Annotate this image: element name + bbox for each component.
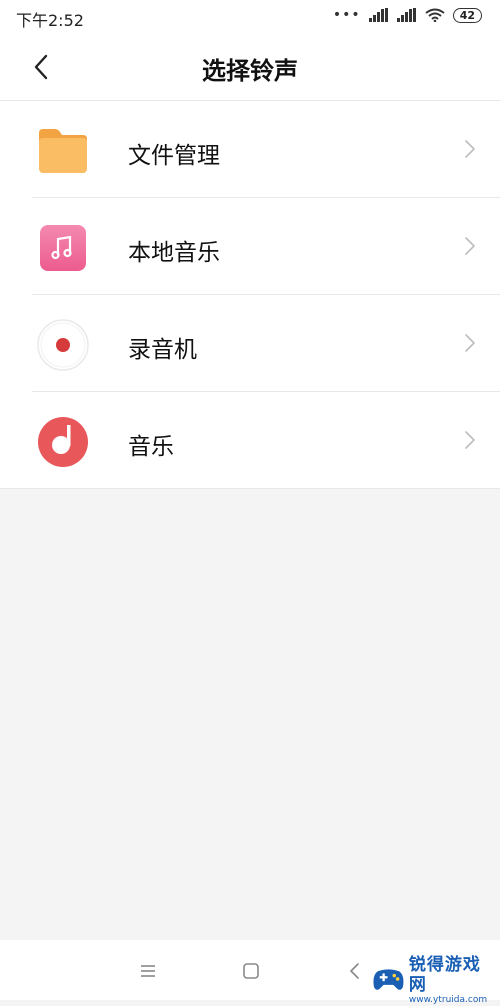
- battery-indicator: 42: [452, 7, 482, 23]
- gamepad-logo-icon: [373, 969, 404, 990]
- signal-icon-2: [396, 8, 417, 22]
- wifi-icon: [425, 8, 445, 22]
- music-note-icon: [36, 221, 90, 275]
- back-icon[interactable]: [344, 960, 366, 982]
- page-title: 选择铃声: [202, 57, 298, 85]
- home-icon[interactable]: [240, 960, 262, 982]
- list-item-recorder[interactable]: 录音机: [0, 295, 500, 392]
- divider: [0, 488, 500, 489]
- status-time: 下午2:52: [16, 11, 84, 30]
- chevron-right-icon: [465, 431, 475, 449]
- menu-icon[interactable]: [137, 960, 159, 982]
- folder-icon: [36, 124, 90, 178]
- notification-dots-icon: •••: [332, 7, 361, 23]
- list-item-local-music[interactable]: 本地音乐: [0, 198, 500, 295]
- chevron-right-icon: [465, 334, 475, 352]
- signal-icon: [368, 8, 389, 22]
- list-item-music[interactable]: 音乐: [0, 392, 500, 489]
- chevron-right-icon: [465, 237, 475, 255]
- ringtone-source-list: 文件管理 本地音乐 录音机 音乐: [0, 101, 500, 489]
- status-icons: ••• 42: [333, 7, 482, 23]
- chevron-right-icon: [465, 140, 475, 158]
- item-label-music: 音乐: [128, 434, 174, 460]
- watermark-url: www.ytruida.com: [408, 994, 488, 1005]
- watermark: 锐得游戏网 www.ytruida.com: [372, 955, 496, 1005]
- music-disc-icon: [36, 415, 90, 469]
- item-label-local-music: 本地音乐: [128, 240, 220, 266]
- item-label-recorder: 录音机: [128, 337, 197, 363]
- list-item-file-manager[interactable]: 文件管理: [0, 101, 500, 198]
- status-bar: 下午2:52 ••• 42: [0, 0, 500, 34]
- header: 选择铃声: [0, 34, 500, 101]
- record-icon: [36, 318, 90, 372]
- item-label-file-manager: 文件管理: [128, 143, 220, 169]
- watermark-name: 锐得游戏网: [408, 954, 481, 995]
